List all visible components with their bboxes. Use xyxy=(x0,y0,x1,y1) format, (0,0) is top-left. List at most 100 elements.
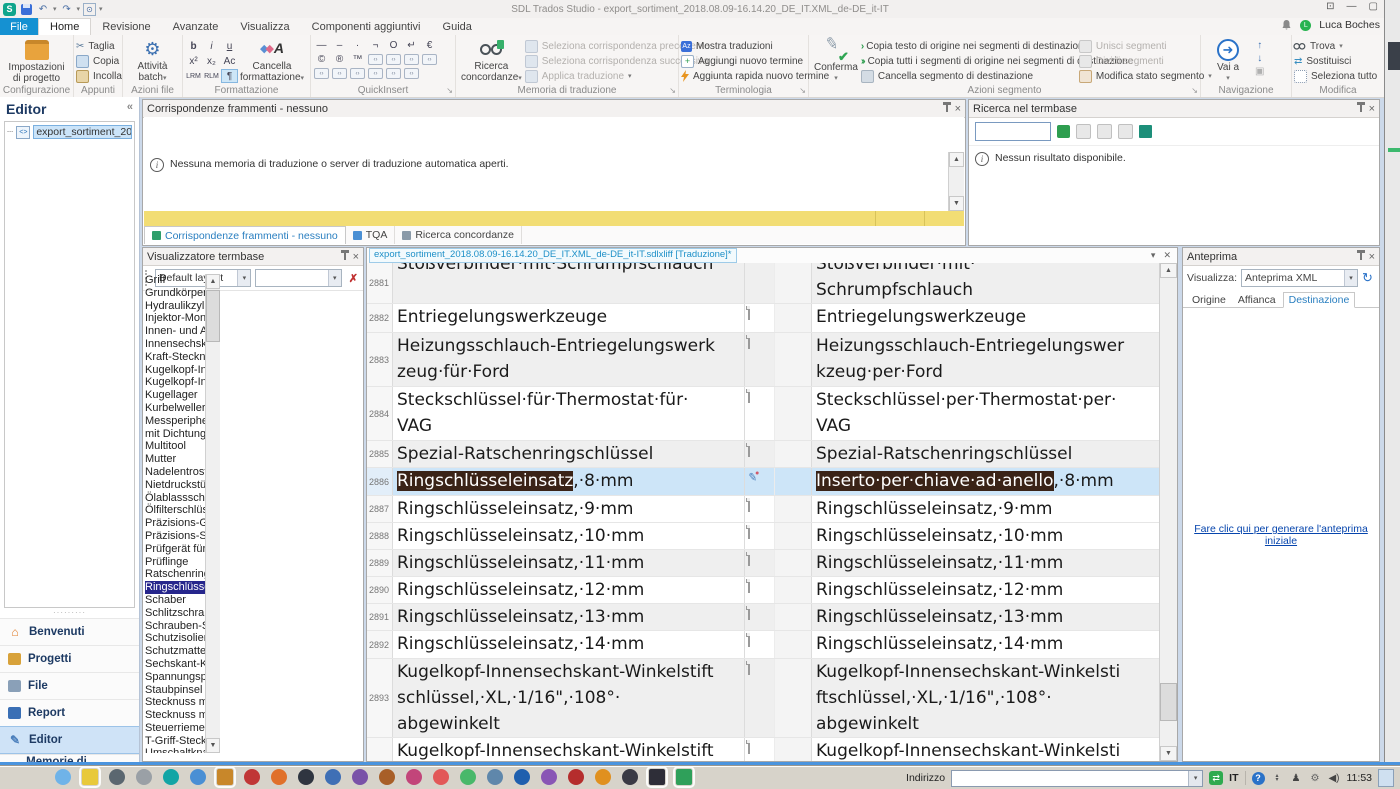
tab-revisione[interactable]: Revisione xyxy=(91,18,161,35)
source-segment[interactable]: Kugelkopf-Innensechskant-Winkelstift sch… xyxy=(393,738,745,761)
quickinsert-dialog-launcher[interactable]: ↘ xyxy=(446,86,453,95)
quickinsert-symbol-button[interactable]: ™ xyxy=(349,53,366,66)
subscript-button[interactable]: x₂ xyxy=(203,54,220,68)
tab-origine[interactable]: Origine xyxy=(1187,293,1231,307)
target-segment[interactable]: Ringschlüsseleinsatz,·11·mm xyxy=(812,550,1172,576)
taskbar-app-icon[interactable] xyxy=(406,769,422,785)
save-icon[interactable] xyxy=(19,3,33,16)
term-list-item[interactable]: Prüfgerät für xyxy=(145,543,205,556)
target-segment[interactable]: Steckschlüssel·per·Thermostat·per· VAG xyxy=(812,387,1172,440)
tab-affianca[interactable]: Affianca xyxy=(1233,293,1281,307)
tab-concordance-search[interactable]: Ricerca concordanze xyxy=(395,226,522,244)
term-list-item[interactable]: Kurbelweller xyxy=(145,402,205,415)
pin-icon[interactable] xyxy=(344,253,346,260)
project-settings-button[interactable]: Impostazioni di progetto xyxy=(2,37,71,85)
redo-dropdown-icon[interactable]: ▾ xyxy=(77,5,81,13)
quickinsert-tag-button[interactable]: ‹› xyxy=(367,67,384,80)
view-icon[interactable] xyxy=(1076,124,1091,139)
tab-avanzate[interactable]: Avanzate xyxy=(162,18,230,35)
quickinsert-symbol-button[interactable]: ¬ xyxy=(367,39,384,52)
target-segment[interactable]: Kugelkopf-Innensechskant-Winkelsti ftsch… xyxy=(812,659,1172,737)
term-list-item[interactable]: Präzisions-S xyxy=(145,530,205,543)
change-case-button[interactable]: Ac xyxy=(221,54,238,68)
sidebar-item-editor[interactable]: ✎Editor xyxy=(0,726,139,754)
concordance-search-button[interactable]: Ricerca concordanze▾ xyxy=(458,37,525,85)
quickinsert-tag-button[interactable]: ‹› xyxy=(331,67,348,80)
target-segment[interactable]: Ringschlüsseleinsatz,·13·mm xyxy=(812,604,1172,630)
taskbar-app-icon[interactable] xyxy=(55,769,71,785)
source-segment[interactable]: Ringschlüsseleinsatz,·13·mm xyxy=(393,604,745,630)
term-list-item[interactable]: Mutter xyxy=(145,453,205,466)
sidebar-item-file[interactable]: File xyxy=(0,672,139,699)
details-icon[interactable] xyxy=(1118,124,1133,139)
taskbar-app-icon[interactable] xyxy=(487,769,503,785)
generate-preview-link[interactable]: Fare clic qui per generare l'anteprima i… xyxy=(1183,523,1379,547)
target-segment[interactable]: Stoßverbinder·mit· Schrumpfschlauch xyxy=(812,263,1172,303)
maximize-button[interactable]: ▢ xyxy=(1369,1,1378,12)
term-list-item[interactable]: Injektor-Mon xyxy=(145,312,205,325)
quickinsert-symbol-button[interactable]: © xyxy=(313,53,330,66)
source-segment[interactable]: Ringschlüsseleinsatz,·8·mm xyxy=(393,468,745,495)
settings-tray-icon[interactable]: ⚙ xyxy=(1309,772,1322,785)
close-icon[interactable]: × xyxy=(955,104,961,114)
show-translations-button[interactable]: AzMostra traduzioni xyxy=(681,39,829,53)
address-dropdown-icon[interactable]: ▾ xyxy=(1188,771,1202,786)
print-preview-icon[interactable]: ⊙ xyxy=(83,3,96,16)
underline-button[interactable]: u xyxy=(221,39,238,53)
segment-row[interactable]: 2885Spezial-RatschenringschlüsselSpezial… xyxy=(367,441,1177,468)
term-list-item[interactable]: Schutzmatte xyxy=(145,645,205,658)
copy-button[interactable]: Copia xyxy=(76,54,122,68)
tab-fragment-matches[interactable]: Corrispondenze frammenti - nessuno xyxy=(144,226,346,244)
close-termbase-icon[interactable]: ✗ xyxy=(346,271,361,286)
term-list-item[interactable]: Staubpinsel r xyxy=(145,684,205,697)
segment-row[interactable]: 2881Stoßverbinder·mit·SchrumpfschlauchSt… xyxy=(367,263,1177,304)
target-segment[interactable]: Ringschlüsseleinsatz,·9·mm xyxy=(812,496,1172,522)
term-list-item[interactable]: Prüflinge xyxy=(145,556,205,569)
source-segment[interactable]: Ringschlüsseleinsatz,·9·mm xyxy=(393,496,745,522)
source-segment[interactable]: Ringschlüsseleinsatz,·12·mm xyxy=(393,577,745,603)
term-list-item[interactable]: Schutzisolier xyxy=(145,632,205,645)
undo-icon[interactable]: ↶ xyxy=(36,3,50,16)
target-segment[interactable]: Kugelkopf-Innensechskant-Winkelsti ftsch… xyxy=(812,738,1172,761)
qat-customize-icon[interactable]: ▾ xyxy=(99,5,103,13)
change-segment-status-button[interactable]: Modifica stato segmento▾ xyxy=(1079,69,1212,83)
segment-row[interactable]: 2883Heizungsschlauch-Entriegelungswerk z… xyxy=(367,333,1177,387)
copy-all-sources-to-targets-button[interactable]: ››Copia tutti i segmenti di origine nei … xyxy=(861,54,1079,68)
notification-bell-icon[interactable] xyxy=(1281,19,1292,31)
collapse-sidebar-icon[interactable]: « xyxy=(127,101,133,117)
bold-button[interactable]: b xyxy=(185,39,202,53)
close-icon[interactable]: × xyxy=(353,252,359,262)
search-go-icon[interactable] xyxy=(1057,125,1070,138)
term-list-item[interactable]: Ölablasssch xyxy=(145,492,205,505)
term-list-item[interactable]: Nietdruckstü xyxy=(145,479,205,492)
segment-row[interactable]: 2886Ringschlüsseleinsatz,·8·mm✎Inserto·p… xyxy=(367,468,1177,496)
termbase-search-input[interactable] xyxy=(975,122,1051,141)
quick-add-term-button[interactable]: Aggiunta rapida nuovo termine xyxy=(681,69,829,83)
sidebar-splitter[interactable]: ········· xyxy=(0,610,139,618)
goto-button[interactable]: ➜ Vai a ▾ xyxy=(1203,37,1253,85)
superscript-button[interactable]: x² xyxy=(185,54,202,68)
quickinsert-tag-button[interactable]: ‹› xyxy=(313,67,330,80)
find-button[interactable]: Trova▾ xyxy=(1294,39,1377,53)
source-segment[interactable]: Heizungsschlauch-Entriegelungswerk zeug·… xyxy=(393,333,745,386)
taskbar-app-icon[interactable] xyxy=(433,769,449,785)
quickinsert-tag-button[interactable]: ‹› xyxy=(385,67,402,80)
pin-icon[interactable] xyxy=(946,105,948,112)
user-avatar[interactable]: L xyxy=(1300,20,1311,31)
azioni-segmento-dialog-launcher[interactable]: ↘ xyxy=(1191,86,1198,95)
termbase-icon[interactable] xyxy=(1139,125,1152,138)
taskbar-app-icon[interactable] xyxy=(379,769,395,785)
lrm-button[interactable]: LRM xyxy=(185,69,202,83)
taskbar-app-icon[interactable] xyxy=(595,769,611,785)
select-all-button[interactable]: Seleziona tutto xyxy=(1294,69,1377,83)
term-list-item[interactable]: Spannungsp xyxy=(145,671,205,684)
target-segment[interactable]: Spezial-Ratschenringschlüssel xyxy=(812,441,1172,467)
close-icon[interactable]: × xyxy=(1369,252,1375,262)
taskbar-app-icon[interactable] xyxy=(622,769,638,785)
batch-tasks-button[interactable]: ⚙ Attività batch▾ xyxy=(125,37,180,85)
segment-row[interactable]: 2888Ringschlüsseleinsatz,·10·mmRingschlü… xyxy=(367,523,1177,550)
term-list-item[interactable]: Sechskant-K xyxy=(145,658,205,671)
taskbar-app-icon[interactable] xyxy=(82,769,98,785)
quickinsert-symbol-button[interactable]: O xyxy=(385,39,402,52)
term-list-item[interactable]: Nadelentrost xyxy=(145,466,205,479)
